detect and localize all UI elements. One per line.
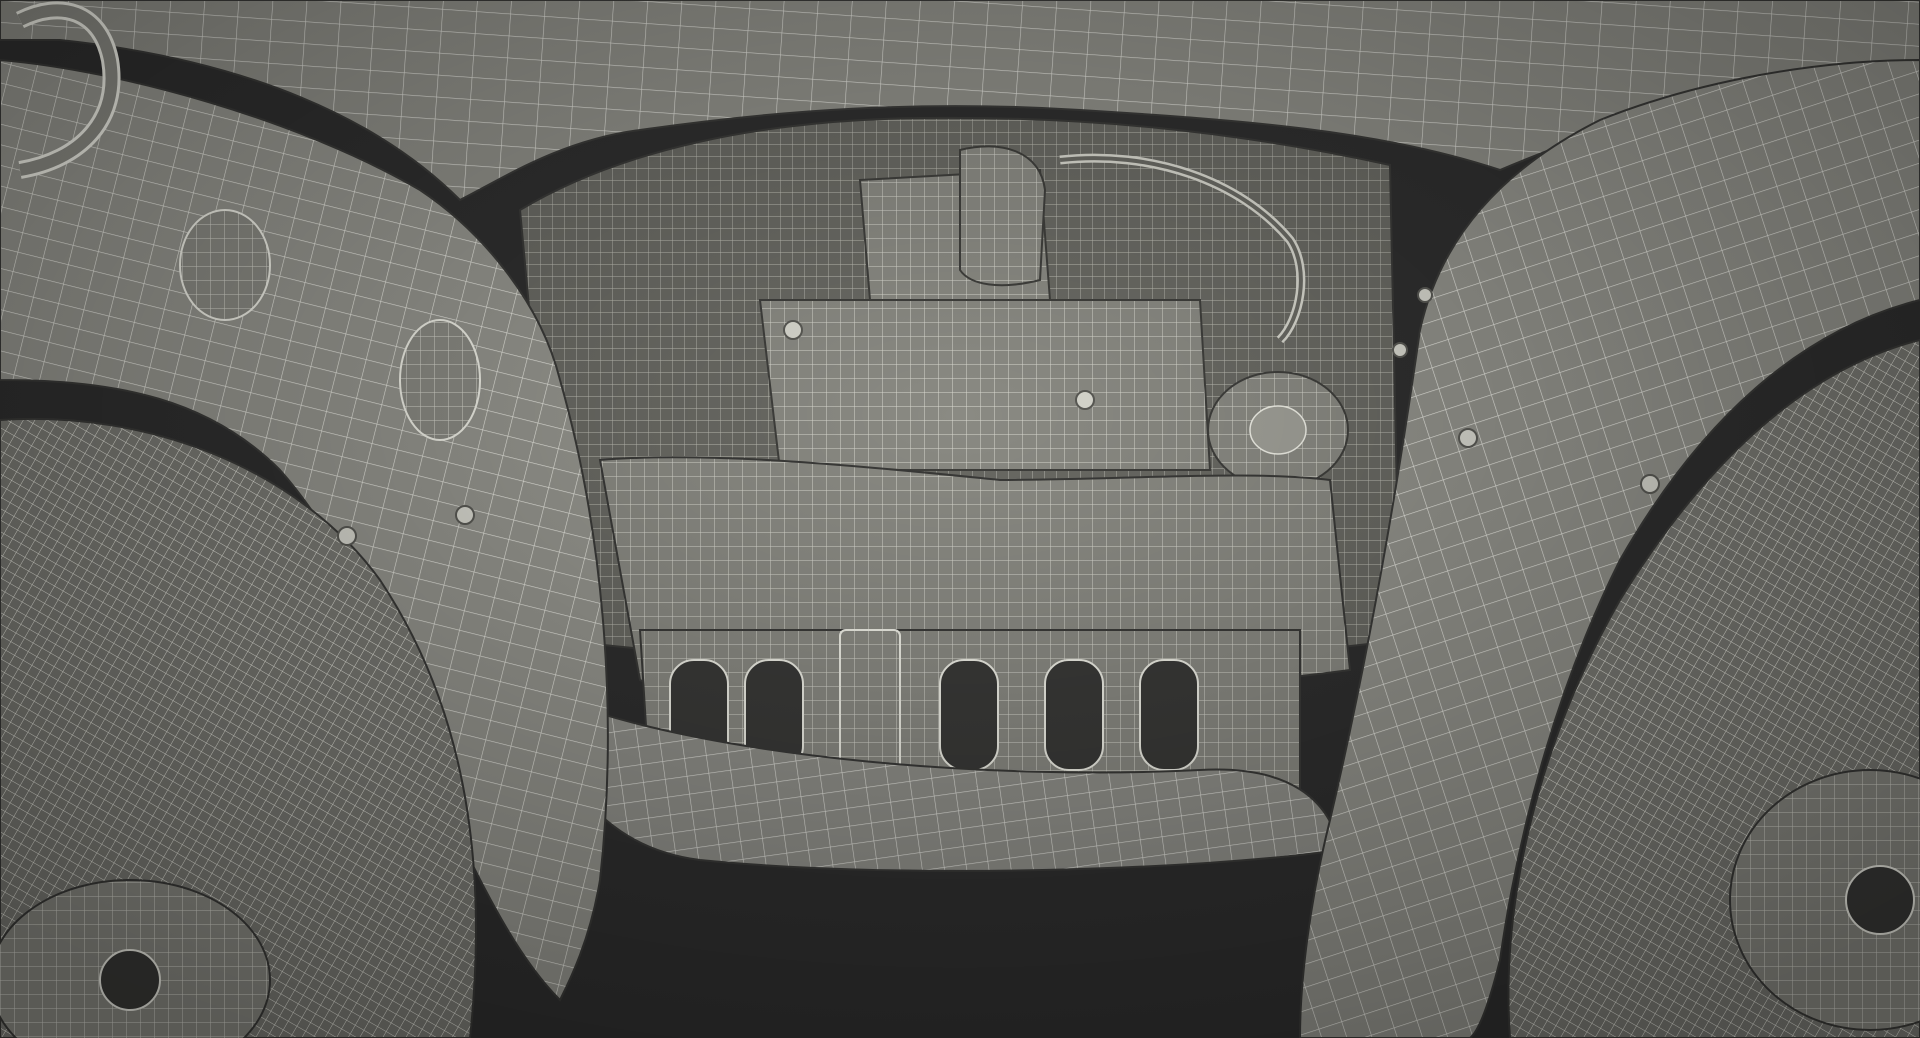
fender-reflector-1 <box>179 209 271 321</box>
fuel-tank <box>959 145 1047 287</box>
render-canvas <box>0 0 1920 1038</box>
wireframe-atv-render <box>0 0 1920 1038</box>
engine-cover <box>758 299 1212 471</box>
fender-reflector-2 <box>399 319 481 441</box>
